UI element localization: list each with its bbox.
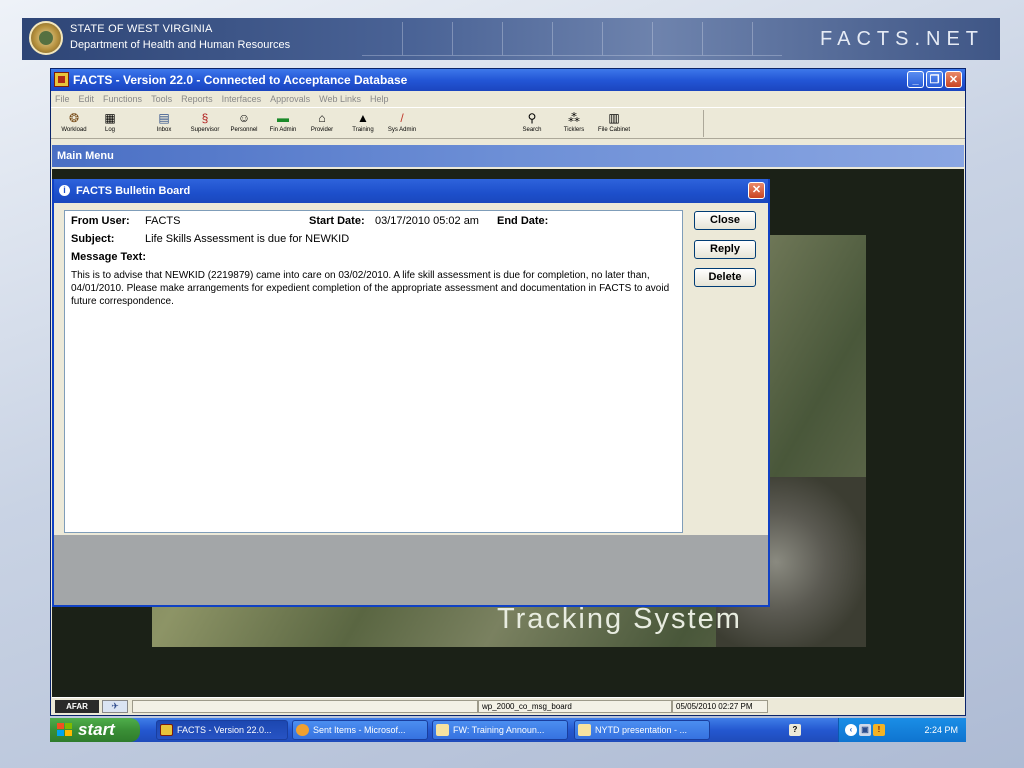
- banner-state: STATE OF WEST VIRGINIA: [70, 23, 213, 35]
- message-text-row: Message Text:: [71, 247, 676, 263]
- close-button[interactable]: Close: [694, 211, 756, 230]
- collapse-tray-icon[interactable]: ‹: [845, 724, 857, 736]
- training-icon: ▲: [357, 111, 369, 125]
- network-icon[interactable]: ▣: [859, 724, 871, 736]
- dhhr-banner: STATE OF WEST VIRGINIA Department of Hea…: [22, 18, 1000, 60]
- menu-functions[interactable]: Functions: [103, 94, 142, 104]
- task-sent-items[interactable]: Sent Items - Microsof...: [292, 720, 428, 740]
- toolbar-workload-button[interactable]: ❂ Workload: [57, 111, 91, 133]
- banner-department: Department of Health and Human Resources: [70, 39, 291, 51]
- message-box: From User: FACTS Start Date: 03/17/2010 …: [64, 210, 683, 533]
- menu-tools[interactable]: Tools: [151, 94, 172, 104]
- end-date-label: End Date:: [497, 215, 549, 227]
- task-training-announcement[interactable]: FW: Training Announ...: [432, 720, 568, 740]
- supervisor-icon: §: [201, 111, 209, 125]
- inbox-icon: ▤: [158, 111, 170, 125]
- subject-value: Life Skills Assessment is due for NEWKID: [145, 233, 350, 245]
- status-datetime: 05/05/2010 02:27 PM: [672, 700, 768, 713]
- message-header-row: From User: FACTS Start Date: 03/17/2010 …: [71, 215, 676, 231]
- delete-button[interactable]: Delete: [694, 268, 756, 287]
- windows-flag-icon: [57, 723, 72, 737]
- start-date-label: Start Date:: [309, 215, 365, 227]
- menu-help[interactable]: Help: [370, 94, 389, 104]
- toolbar: ❂ Workload ▦ Log ▤ Inbox § Supervisor ☺ …: [51, 107, 965, 139]
- close-window-button[interactable]: ✕: [945, 71, 962, 88]
- bridge-graphic: [362, 22, 782, 56]
- menu-file[interactable]: File: [55, 94, 70, 104]
- outlook-icon: [296, 724, 309, 736]
- personnel-icon: ☺: [237, 111, 251, 125]
- from-user-value: FACTS: [145, 215, 181, 227]
- toolbar-training-button[interactable]: ▲ Training: [346, 111, 380, 133]
- plane-icon[interactable]: ✈: [102, 700, 128, 713]
- task-nytd-presentation[interactable]: NYTD presentation - ...: [574, 720, 710, 740]
- toolbar-log-button[interactable]: ▦ Log: [93, 111, 127, 133]
- search-icon: ⚲: [527, 111, 537, 125]
- message-body: This is to advise that NEWKID (2219879) …: [71, 270, 670, 307]
- menu-reports[interactable]: Reports: [181, 94, 213, 104]
- menu-approvals[interactable]: Approvals: [270, 94, 310, 104]
- menu-edit[interactable]: Edit: [79, 94, 95, 104]
- windows-taskbar: start FACTS - Version 22.0... Sent Items…: [50, 718, 966, 742]
- app-title: FACTS - Version 22.0 - Connected to Acce…: [73, 73, 408, 87]
- status-form-name: wp_2000_co_msg_board: [478, 700, 672, 713]
- toolbar-fin-admin-button[interactable]: ▬ Fin Admin: [266, 111, 300, 133]
- email-icon: [578, 724, 591, 736]
- menu-web-links[interactable]: Web Links: [319, 94, 361, 104]
- toolbar-divider: [703, 110, 704, 137]
- start-button[interactable]: start: [50, 718, 140, 742]
- main-menu-header: Main Menu: [52, 145, 964, 167]
- toolbar-inbox-button[interactable]: ▤ Inbox: [147, 111, 181, 133]
- provider-icon: ⌂: [318, 111, 326, 125]
- toolbar-personnel-button[interactable]: ☺ Personnel: [227, 111, 261, 133]
- email-icon: [436, 724, 449, 736]
- toolbar-supervisor-button[interactable]: § Supervisor: [188, 111, 222, 133]
- status-logo: AFAR: [55, 700, 99, 713]
- subject-row: Subject: Life Skills Assessment is due f…: [71, 231, 676, 247]
- info-icon: i: [59, 185, 70, 196]
- restore-button[interactable]: ❐: [926, 71, 943, 88]
- system-tray: ? ‹ ▣ ! 2:24 PM: [789, 718, 966, 742]
- toolbar-search-button[interactable]: ⚲ Search: [515, 111, 549, 133]
- app-titlebar[interactable]: FACTS - Version 22.0 - Connected to Acce…: [51, 69, 965, 91]
- taskbar-clock: 2:24 PM: [924, 725, 958, 735]
- start-label: start: [78, 720, 115, 739]
- fin-admin-icon: ▬: [277, 111, 289, 125]
- file-cabinet-icon: ▥: [608, 111, 620, 125]
- toolbar-sys-admin-button[interactable]: / Sys Admin: [385, 111, 419, 133]
- status-pane-main: [132, 700, 478, 713]
- sys-admin-icon: /: [400, 111, 404, 125]
- facts-app-icon[interactable]: [54, 72, 69, 87]
- ticklers-icon: ⁂: [568, 111, 580, 125]
- toolbar-provider-button[interactable]: ⌂ Provider: [305, 111, 339, 133]
- log-icon: ▦: [104, 111, 116, 125]
- help-icon[interactable]: ?: [789, 724, 801, 736]
- toolbar-file-cabinet-button[interactable]: ▥ File Cabinet: [597, 111, 631, 133]
- menu-interfaces[interactable]: Interfaces: [222, 94, 262, 104]
- state-seal-icon: [29, 21, 63, 55]
- menu-bar: File Edit Functions Tools Reports Interf…: [51, 91, 965, 107]
- facts-app-icon: [160, 724, 173, 736]
- alert-icon[interactable]: !: [873, 724, 885, 736]
- from-user-label: From User:: [71, 215, 130, 227]
- background-caption: Tracking System: [497, 603, 742, 635]
- facts-net-logo: FACTS.NET: [819, 28, 984, 50]
- dialog-footer: [54, 535, 768, 605]
- status-bar: AFAR ✈ wp_2000_co_msg_board 05/05/2010 0…: [52, 697, 964, 715]
- dialog-title: FACTS Bulletin Board: [76, 185, 191, 197]
- bulletin-board-dialog: i FACTS Bulletin Board ✕ From User: FACT…: [52, 179, 770, 607]
- task-facts[interactable]: FACTS - Version 22.0...: [156, 720, 288, 740]
- start-date-value: 03/17/2010 05:02 am: [375, 215, 479, 227]
- message-text-label: Message Text:: [71, 251, 146, 263]
- toolbar-ticklers-button[interactable]: ⁂ Ticklers: [557, 111, 591, 133]
- reply-button[interactable]: Reply: [694, 240, 756, 259]
- dialog-close-icon[interactable]: ✕: [748, 182, 765, 199]
- minimize-button[interactable]: _: [907, 71, 924, 88]
- dialog-titlebar[interactable]: i FACTS Bulletin Board ✕: [54, 179, 768, 203]
- workload-icon: ❂: [68, 111, 80, 125]
- subject-label: Subject:: [71, 233, 115, 245]
